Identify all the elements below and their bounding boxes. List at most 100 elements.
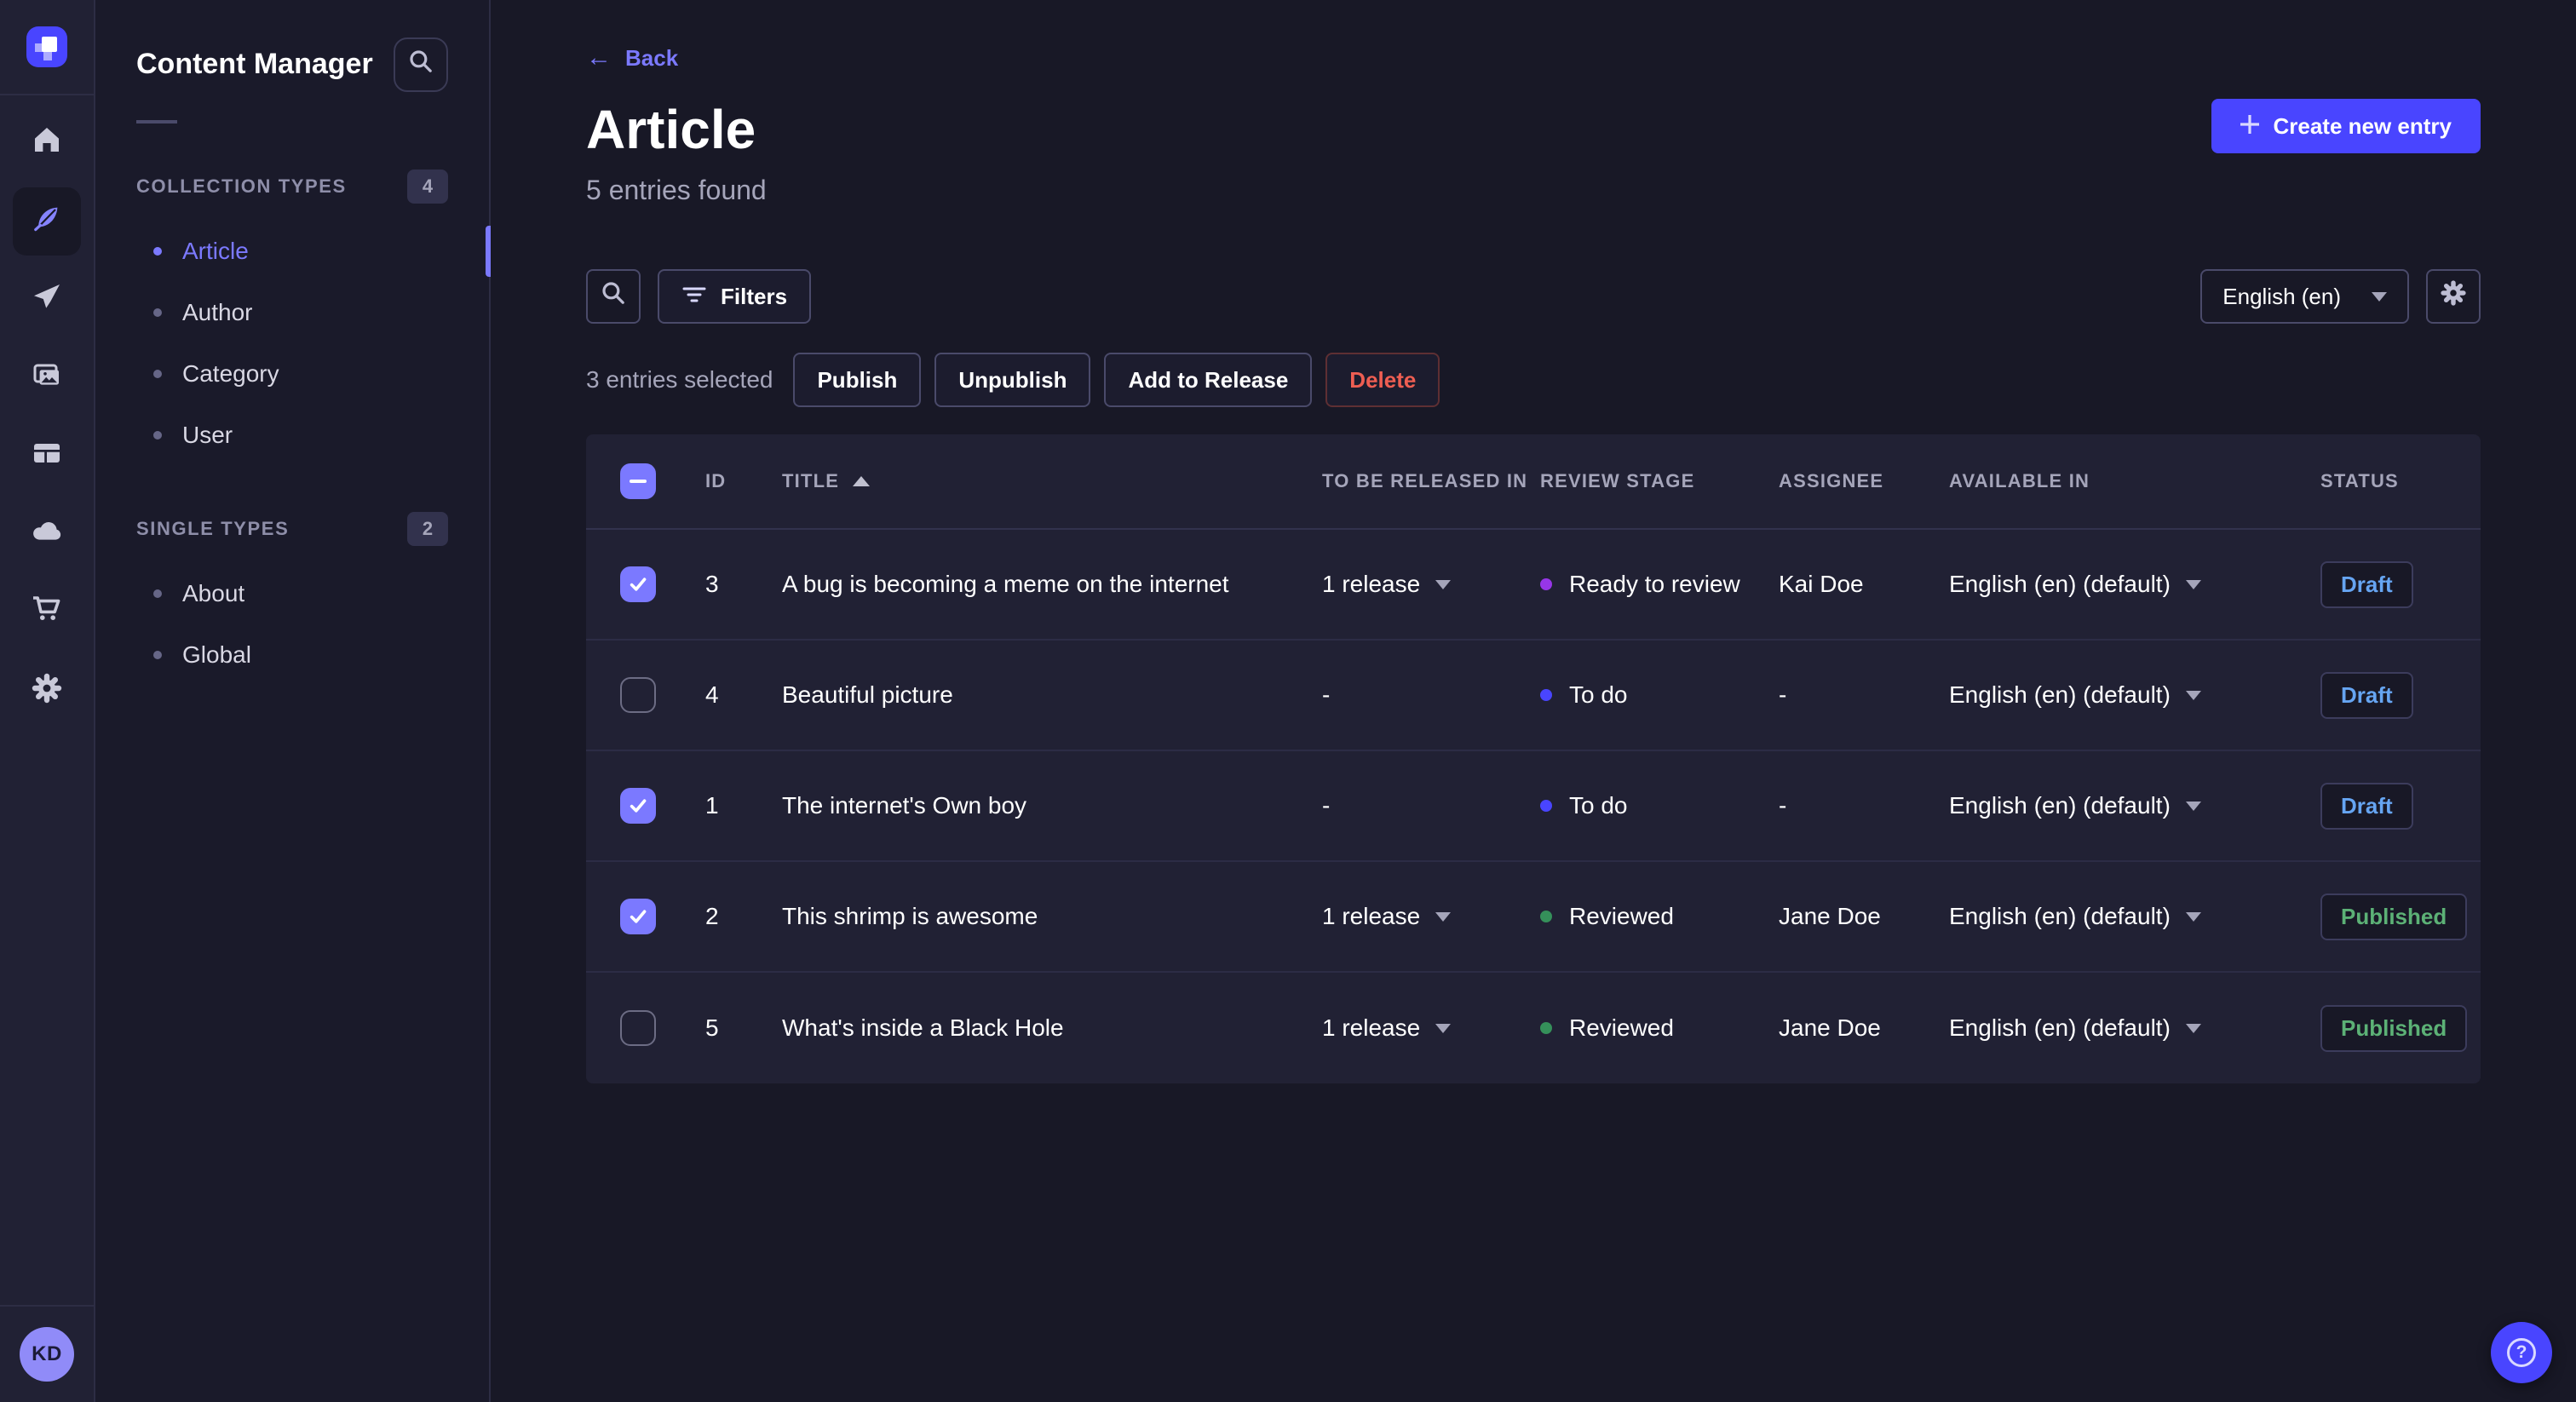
locale-caret <box>2185 690 2201 700</box>
column-header-review-stage[interactable]: REVIEW STAGE <box>1540 470 1779 492</box>
sidebar-item-author[interactable]: Author <box>95 282 489 343</box>
cell-release[interactable]: 1 release <box>1322 903 1540 930</box>
paper-plane-icon <box>30 279 64 320</box>
stage-dot <box>1540 911 1552 922</box>
cell-status: Draft <box>2320 782 2481 830</box>
cell-review-stage: To do <box>1540 681 1779 709</box>
cell-release[interactable]: 1 release <box>1322 1014 1540 1042</box>
cart-icon <box>30 593 64 634</box>
column-header-available-in[interactable]: AVAILABLE IN <box>1949 470 2320 492</box>
table-row[interactable]: 1 The internet's Own boy - To do - Engli… <box>586 751 2481 862</box>
images-icon <box>30 358 64 399</box>
row-checkbox[interactable] <box>620 566 656 602</box>
status-badge: Draft <box>2320 671 2413 719</box>
main-nav: KD <box>0 0 95 1402</box>
single-types-section: SINGLE TYPES 2 About Global <box>95 512 489 686</box>
nav-marketplace-button[interactable] <box>13 579 81 647</box>
cell-id: 5 <box>705 1014 719 1041</box>
stage-dot <box>1540 689 1552 701</box>
cell-status: Published <box>2320 893 2481 940</box>
create-new-entry-button[interactable]: Create new entry <box>2211 99 2481 153</box>
cell-review-stage: Reviewed <box>1540 1014 1779 1042</box>
column-header-release[interactable]: TO BE RELEASED IN <box>1322 470 1540 492</box>
search-icon <box>600 279 627 313</box>
home-icon <box>30 123 64 164</box>
content-manager-subnav: Content Manager COLLECTION TYPES 4 Artic… <box>95 0 491 1402</box>
cell-status: Published <box>2320 1004 2481 1052</box>
publish-button[interactable]: Publish <box>793 353 922 407</box>
cell-locale[interactable]: English (en) (default) <box>1949 571 2320 598</box>
table-row[interactable]: 3 A bug is becoming a meme on the intern… <box>586 530 2481 641</box>
filters-button[interactable]: Filters <box>658 269 812 324</box>
cell-title: Beautiful picture <box>782 681 953 708</box>
stage-dot <box>1540 578 1552 590</box>
cell-title: This shrimp is awesome <box>782 903 1038 929</box>
column-header-title[interactable]: TITLE <box>782 470 1322 492</box>
nav-releases-button[interactable] <box>13 266 81 334</box>
table-row[interactable]: 5 What's inside a Black Hole 1 release R… <box>586 973 2481 1083</box>
unpublish-button[interactable]: Unpublish <box>934 353 1091 407</box>
sidebar-item-user[interactable]: User <box>95 405 489 466</box>
select-all-checkbox[interactable] <box>620 463 656 499</box>
status-badge: Draft <box>2320 782 2413 830</box>
cell-locale[interactable]: English (en) (default) <box>1949 903 2320 930</box>
feather-icon <box>30 201 64 242</box>
table-row[interactable]: 4 Beautiful picture - To do - English (e… <box>586 641 2481 751</box>
cell-title: A bug is becoming a meme on the internet <box>782 571 1229 597</box>
column-header-assignee[interactable]: ASSIGNEE <box>1779 470 1949 492</box>
release-caret <box>1435 911 1452 922</box>
column-header-id[interactable]: ID <box>705 470 782 492</box>
locale-select[interactable]: English (en) <box>2200 269 2409 324</box>
table-search-button[interactable] <box>586 269 641 324</box>
user-avatar[interactable]: KD <box>20 1327 74 1382</box>
release-caret <box>1435 1023 1452 1033</box>
strapi-logo <box>0 0 94 95</box>
row-checkbox[interactable] <box>620 788 656 824</box>
cell-release[interactable]: - <box>1322 792 1540 819</box>
nav-content-type-builder-button[interactable] <box>13 422 81 491</box>
cell-assignee: Jane Doe <box>1779 903 1881 929</box>
stage-dot <box>1540 800 1552 812</box>
view-settings-button[interactable] <box>2426 269 2481 324</box>
cell-locale[interactable]: English (en) (default) <box>1949 681 2320 709</box>
add-to-release-button[interactable]: Add to Release <box>1104 353 1313 407</box>
cell-id: 4 <box>705 681 719 708</box>
nav-settings-button[interactable] <box>13 658 81 726</box>
row-checkbox[interactable] <box>620 677 656 713</box>
row-checkbox[interactable] <box>620 1010 656 1046</box>
sidebar-item-global[interactable]: Global <box>95 624 489 686</box>
app-window: KD Content Manager COLLECTION TYPES 4 Ar… <box>0 0 2576 1402</box>
nav-content-manager-button[interactable] <box>13 187 81 256</box>
status-badge: Published <box>2320 1004 2468 1052</box>
nav-cloud-button[interactable] <box>13 501 81 569</box>
selection-bar: 3 entries selected Publish Unpublish Add… <box>586 353 2481 407</box>
locale-caret <box>2185 1023 2201 1033</box>
subnav-search-button[interactable] <box>394 37 448 92</box>
back-link[interactable]: ← Back <box>586 45 678 72</box>
nav-home-button[interactable] <box>13 109 81 177</box>
cell-id: 1 <box>705 792 719 819</box>
nav-media-library-button[interactable] <box>13 344 81 412</box>
delete-button[interactable]: Delete <box>1325 353 1440 407</box>
cell-assignee: - <box>1779 681 1787 708</box>
sidebar-item-category[interactable]: Category <box>95 343 489 405</box>
cell-locale[interactable]: English (en) (default) <box>1949 792 2320 819</box>
locale-caret <box>2185 579 2201 589</box>
cell-release[interactable]: 1 release <box>1322 571 1540 598</box>
chevron-down-icon <box>2372 291 2387 302</box>
row-checkbox[interactable] <box>620 899 656 934</box>
cell-title: What's inside a Black Hole <box>782 1014 1064 1041</box>
back-arrow-icon: ← <box>586 43 612 72</box>
column-header-status[interactable]: STATUS <box>2320 470 2481 492</box>
entries-count: 5 entries found <box>586 175 767 205</box>
help-button[interactable]: ? <box>2491 1322 2552 1383</box>
table-row[interactable]: 2 This shrimp is awesome 1 release Revie… <box>586 862 2481 973</box>
nav-footer: KD <box>0 1305 94 1402</box>
sidebar-item-about[interactable]: About <box>95 563 489 624</box>
release-caret <box>1435 579 1452 589</box>
gear-icon <box>30 671 64 712</box>
cell-release[interactable]: - <box>1322 681 1540 709</box>
sidebar-item-article[interactable]: Article <box>95 221 491 282</box>
cell-locale[interactable]: English (en) (default) <box>1949 1014 2320 1042</box>
toolbar: Filters English (en) <box>586 269 2481 324</box>
